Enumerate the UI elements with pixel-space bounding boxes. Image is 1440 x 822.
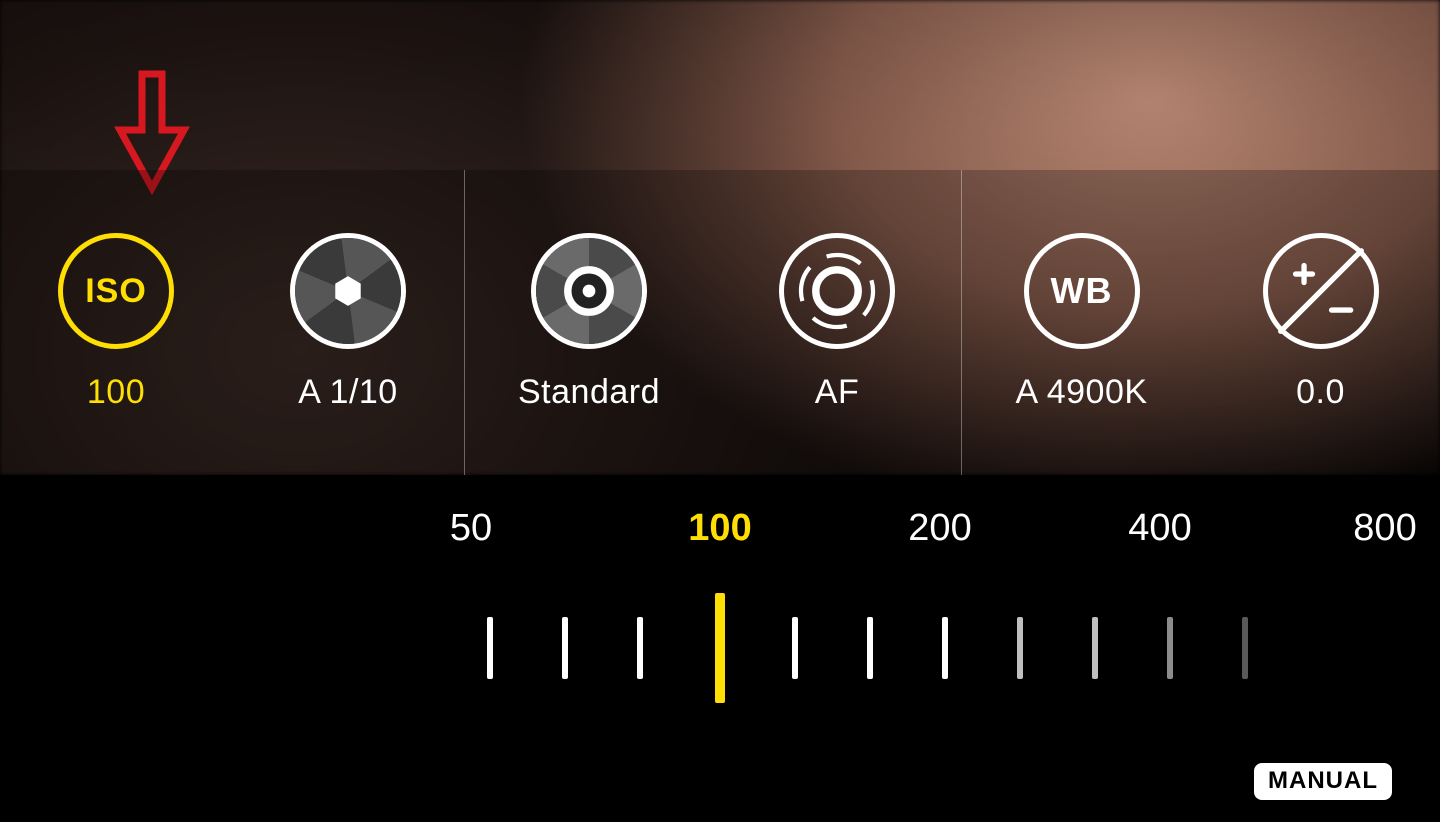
- whitebalance-value-label: A 4900K: [1015, 373, 1147, 412]
- whitebalance-control[interactable]: WB A 4900K: [962, 170, 1201, 475]
- manual-mode-button[interactable]: MANUAL: [1254, 763, 1392, 800]
- iso-icon-text: ISO: [85, 272, 147, 311]
- focus-value-label: AF: [815, 373, 859, 412]
- shutter-value-label: A 1/10: [298, 373, 397, 412]
- aperture-icon: [290, 233, 406, 349]
- iso-tick: [792, 617, 798, 679]
- iso-icon: ISO: [58, 233, 174, 349]
- iso-tick: [867, 617, 873, 679]
- iso-slider-panel: 50 100 200 400 800 MANUAL: [0, 475, 1440, 822]
- iso-slider-label[interactable]: 50: [450, 507, 492, 550]
- controls-panel-right: WB A 4900K 0.0: [962, 170, 1440, 475]
- iso-control[interactable]: ISO 100: [0, 170, 232, 475]
- iso-tick: [1242, 617, 1248, 679]
- iso-tick-selected: [715, 593, 725, 703]
- iso-tick: [487, 617, 493, 679]
- exposure-value-label: 0.0: [1296, 373, 1345, 412]
- iso-value-label: 100: [87, 373, 145, 412]
- controls-panel-left: ISO 100: [0, 170, 465, 475]
- viewfinder-top-shade: [0, 0, 1440, 170]
- metering-value-label: Standard: [518, 373, 660, 412]
- iso-slider-label[interactable]: 400: [1128, 507, 1191, 550]
- iso-slider-label-selected[interactable]: 100: [688, 507, 751, 550]
- whitebalance-icon: WB: [1024, 233, 1140, 349]
- exposure-icon: [1263, 233, 1379, 349]
- iso-tick: [1092, 617, 1098, 679]
- iso-tick: [1167, 617, 1173, 679]
- metering-control[interactable]: Standard: [465, 170, 713, 475]
- focus-control[interactable]: AF: [713, 170, 961, 475]
- iso-tick: [1017, 617, 1023, 679]
- whitebalance-icon-text: WB: [1051, 270, 1113, 312]
- focus-icon: [779, 233, 895, 349]
- iso-tick: [637, 617, 643, 679]
- iso-tick: [562, 617, 568, 679]
- shutter-control[interactable]: A 1/10: [232, 170, 464, 475]
- iso-slider-ticks[interactable]: [0, 597, 1440, 697]
- iso-slider-numbers: 50 100 200 400 800: [0, 507, 1440, 567]
- metering-icon: [531, 233, 647, 349]
- iso-slider-label[interactable]: 200: [908, 507, 971, 550]
- iso-slider-label[interactable]: 800: [1353, 507, 1416, 550]
- controls-panel-middle: Standard AF: [465, 170, 962, 475]
- iso-tick: [942, 617, 948, 679]
- pro-controls-row: ISO 100: [0, 170, 1440, 475]
- exposure-control[interactable]: 0.0: [1201, 170, 1440, 475]
